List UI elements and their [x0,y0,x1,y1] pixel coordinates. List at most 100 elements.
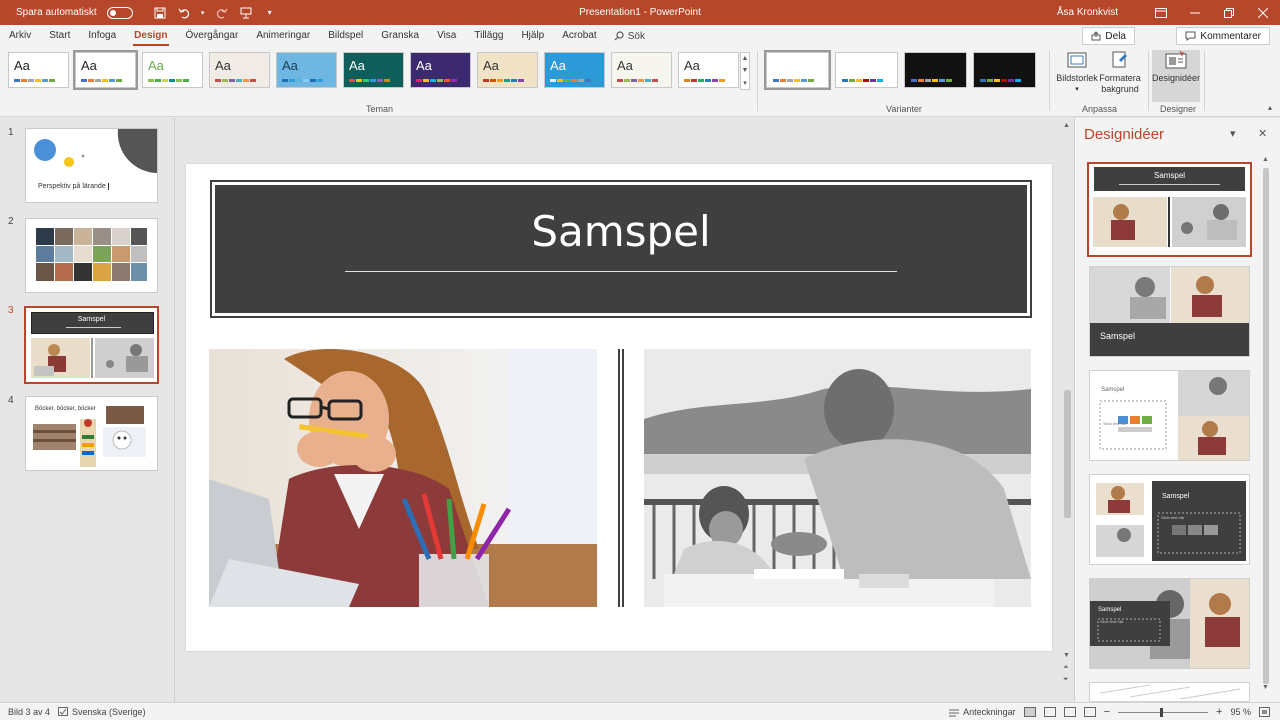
design-idea-2[interactable]: Samspel [1089,266,1250,357]
ribbon-display-icon[interactable] [1144,0,1178,25]
share-button[interactable]: Dela [1082,27,1135,45]
theme-sample-text: Aa [81,58,97,73]
proofing-icon [58,707,69,716]
theme-6[interactable]: Aa [343,52,404,88]
theme-8[interactable]: Aa [477,52,538,88]
tab-arkiv[interactable]: Arkiv [0,25,40,47]
theme-11[interactable]: Aa [678,52,739,88]
slide-thumbnail-2[interactable] [25,218,158,293]
normal-view-icon[interactable] [1023,707,1036,717]
zoom-in-icon[interactable]: + [1216,706,1222,718]
slide-sorter-view-icon[interactable] [1043,707,1056,717]
notes-button[interactable]: Anteckningar [949,707,1016,717]
design-idea-4[interactable]: Samspel Skriv text här [1089,474,1250,565]
scroll-down-icon[interactable]: ▼ [1063,652,1070,659]
tab-animeringar[interactable]: Animeringar [247,25,319,47]
tab-infoga[interactable]: Infoga [79,25,125,47]
present-icon[interactable] [237,4,255,22]
photo-father-daughter[interactable] [644,349,1031,607]
format-background-button[interactable]: Formatera bakgrund [1097,50,1143,100]
canvas-vertical-scrollbar[interactable]: ▲ ▼ ⏶ ⏷ [1061,118,1073,702]
tab-tillagg[interactable]: Tillägg [465,25,512,47]
tab-granska[interactable]: Granska [372,25,428,47]
design-ideas-scrollbar[interactable]: ▲ ▼ [1261,156,1271,692]
undo-dropdown-icon[interactable]: ▾ [199,4,207,22]
customize-icon[interactable]: ▾ [261,4,279,22]
language-indicator[interactable]: Svenska (Sverige) [58,707,146,717]
slide-size-button[interactable]: Bildstorlek ▾ [1055,50,1099,100]
design-idea-5[interactable]: Samspel Skriv text här [1089,578,1250,669]
redo-icon[interactable] [213,4,231,22]
tell-me-search[interactable]: Sök [614,31,645,42]
current-slide[interactable]: Samspel [186,164,1052,651]
variant-4[interactable] [973,52,1036,88]
tab-start[interactable]: Start [40,25,79,47]
theme-10[interactable]: Aa [611,52,672,88]
next-slide-icon[interactable]: ⏷ [1063,676,1069,684]
close-pane-icon[interactable]: ✕ [1258,127,1267,140]
previous-slide-icon[interactable]: ⏶ [1063,664,1069,672]
tab-bildspel[interactable]: Bildspel [319,25,372,47]
fit-to-window-icon[interactable] [1259,707,1270,717]
slide-title[interactable]: Samspel [215,207,1027,256]
theme-3[interactable]: Aa [142,52,203,88]
theme-sample-text: Aa [617,58,633,73]
scrollbar-thumb[interactable] [1263,168,1269,684]
color-swatch [222,79,228,82]
theme-4[interactable]: Aa [209,52,270,88]
zoom-slider-knob[interactable] [1160,707,1164,717]
collapse-ribbon-icon[interactable]: ▴ [1268,103,1272,112]
theme-9[interactable]: Aa [544,52,605,88]
restore-icon[interactable] [1212,0,1246,25]
title-placeholder[interactable]: Samspel [210,180,1032,318]
theme-7[interactable]: Aa [410,52,471,88]
more-icon[interactable]: ▾ [743,79,747,87]
slide-thumbnail-4[interactable]: Böcker, böcker, böcker [25,396,158,471]
scrollbar-thumb[interactable] [1064,390,1071,518]
themes-gallery-scroll[interactable]: ▲ ▼ ▾ [740,52,750,90]
tab-acrobat[interactable]: Acrobat [553,25,605,47]
close-icon[interactable] [1246,0,1280,25]
undo-icon[interactable] [175,4,193,22]
theme-2[interactable]: Aa [73,50,138,90]
design-idea-3[interactable]: Samspel Skriv text här [1089,370,1250,461]
slide-thumbnail-1[interactable]: Perspektiv på lärande [25,128,158,203]
theme-sample-text: Aa [14,58,30,73]
theme-5[interactable]: Aa [276,52,337,88]
tab-design[interactable]: Design [125,25,176,47]
comments-button[interactable]: Kommentarer [1176,27,1270,45]
variant-1[interactable] [764,50,831,90]
minimize-icon[interactable] [1178,0,1212,25]
scroll-down-icon[interactable]: ▼ [742,67,749,74]
variant-3[interactable] [904,52,967,88]
slideshow-view-icon[interactable] [1083,707,1096,717]
autosave-toggle[interactable] [106,6,133,19]
slide-1-title: Perspektiv på lärande [38,183,109,190]
pane-options-icon[interactable]: ▾ [1230,127,1236,140]
user-name[interactable]: Åsa Kronkvist [1057,7,1118,18]
design-idea-6[interactable] [1089,682,1250,702]
color-swatch [88,79,94,82]
tab-hjalp[interactable]: Hjälp [512,25,553,47]
zoom-level[interactable]: 95 % [1230,707,1251,717]
color-swatch [698,79,704,82]
reading-view-icon[interactable] [1063,707,1076,717]
save-icon[interactable] [151,4,169,22]
zoom-out-icon[interactable]: − [1104,706,1110,718]
scroll-up-icon[interactable]: ▲ [1063,122,1070,129]
color-swatch [705,79,711,82]
slide-thumbnails-pane[interactable]: 1 Perspektiv på lärande 2 3 Samspel 4 Bö… [0,118,175,702]
design-idea-1[interactable]: Samspel [1087,162,1252,257]
scroll-up-icon[interactable]: ▲ [1262,156,1269,163]
zoom-slider[interactable] [1118,707,1209,717]
photo-woman-laptop[interactable] [209,349,597,607]
scroll-up-icon[interactable]: ▲ [742,55,749,62]
color-swatch [946,79,952,82]
theme-1[interactable]: Aa [8,52,69,88]
tab-visa[interactable]: Visa [428,25,465,47]
tab-overgangar[interactable]: Övergångar [177,25,248,47]
scroll-down-icon[interactable]: ▼ [1262,684,1269,691]
slide-thumbnail-3[interactable]: Samspel [24,306,159,384]
design-ideas-button[interactable]: Designidéer [1152,50,1200,102]
variant-2[interactable] [835,52,898,88]
